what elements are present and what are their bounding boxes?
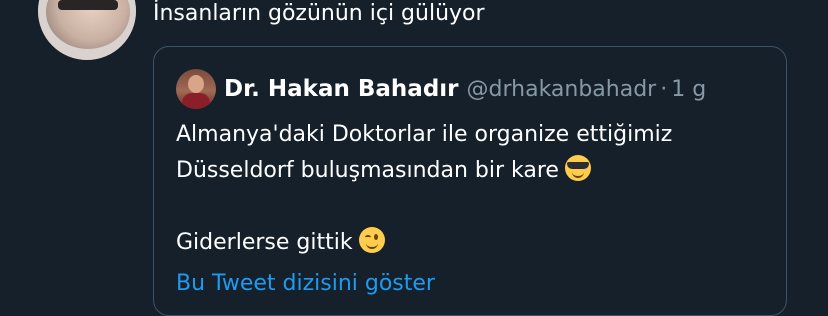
- quoted-line-2: Düsseldorf buluşmasından bir kare: [176, 153, 766, 189]
- quoted-line-1-text: Almanya'daki Doktorlar ile organize etti…: [176, 122, 673, 147]
- show-thread-link[interactable]: Bu Tweet dizisini göster: [176, 271, 435, 296]
- meta-separator: ·: [660, 76, 668, 102]
- quoted-line-2-text: Düsseldorf buluşmasından bir kare: [176, 158, 559, 183]
- quoted-author-name[interactable]: Dr. Hakan Bahadır: [224, 76, 459, 102]
- avatar-shirt-shape: [182, 93, 210, 109]
- quoted-author-avatar[interactable]: [176, 69, 216, 109]
- avatar-glasses-shape: [58, 0, 118, 10]
- quoted-author-handle[interactable]: @drhakanbahadr: [467, 77, 657, 102]
- quoted-line-3-text: Giderlerse gittik: [176, 230, 353, 255]
- quoted-tweet-time[interactable]: 1 g: [671, 77, 706, 102]
- quoted-line-1: Almanya'daki Doktorlar ile organize etti…: [176, 117, 766, 153]
- quoted-tweet-header: Dr. Hakan Bahadır @drhakanbahadr · 1 g: [176, 69, 706, 109]
- quoted-tweet-card[interactable]: Dr. Hakan Bahadır @drhakanbahadr · 1 g A…: [153, 46, 787, 316]
- user-avatar[interactable]: [38, 0, 136, 60]
- quoted-tweet-body: Almanya'daki Doktorlar ile organize etti…: [176, 117, 766, 261]
- tweet-text: İnsanların gözünün içi gülüyor: [153, 1, 485, 26]
- wink-emoji-icon: [358, 227, 385, 253]
- avatar-face-shape: [188, 75, 204, 93]
- sunglasses-emoji-icon: [564, 155, 591, 181]
- quoted-line-3: Giderlerse gittik: [176, 225, 766, 261]
